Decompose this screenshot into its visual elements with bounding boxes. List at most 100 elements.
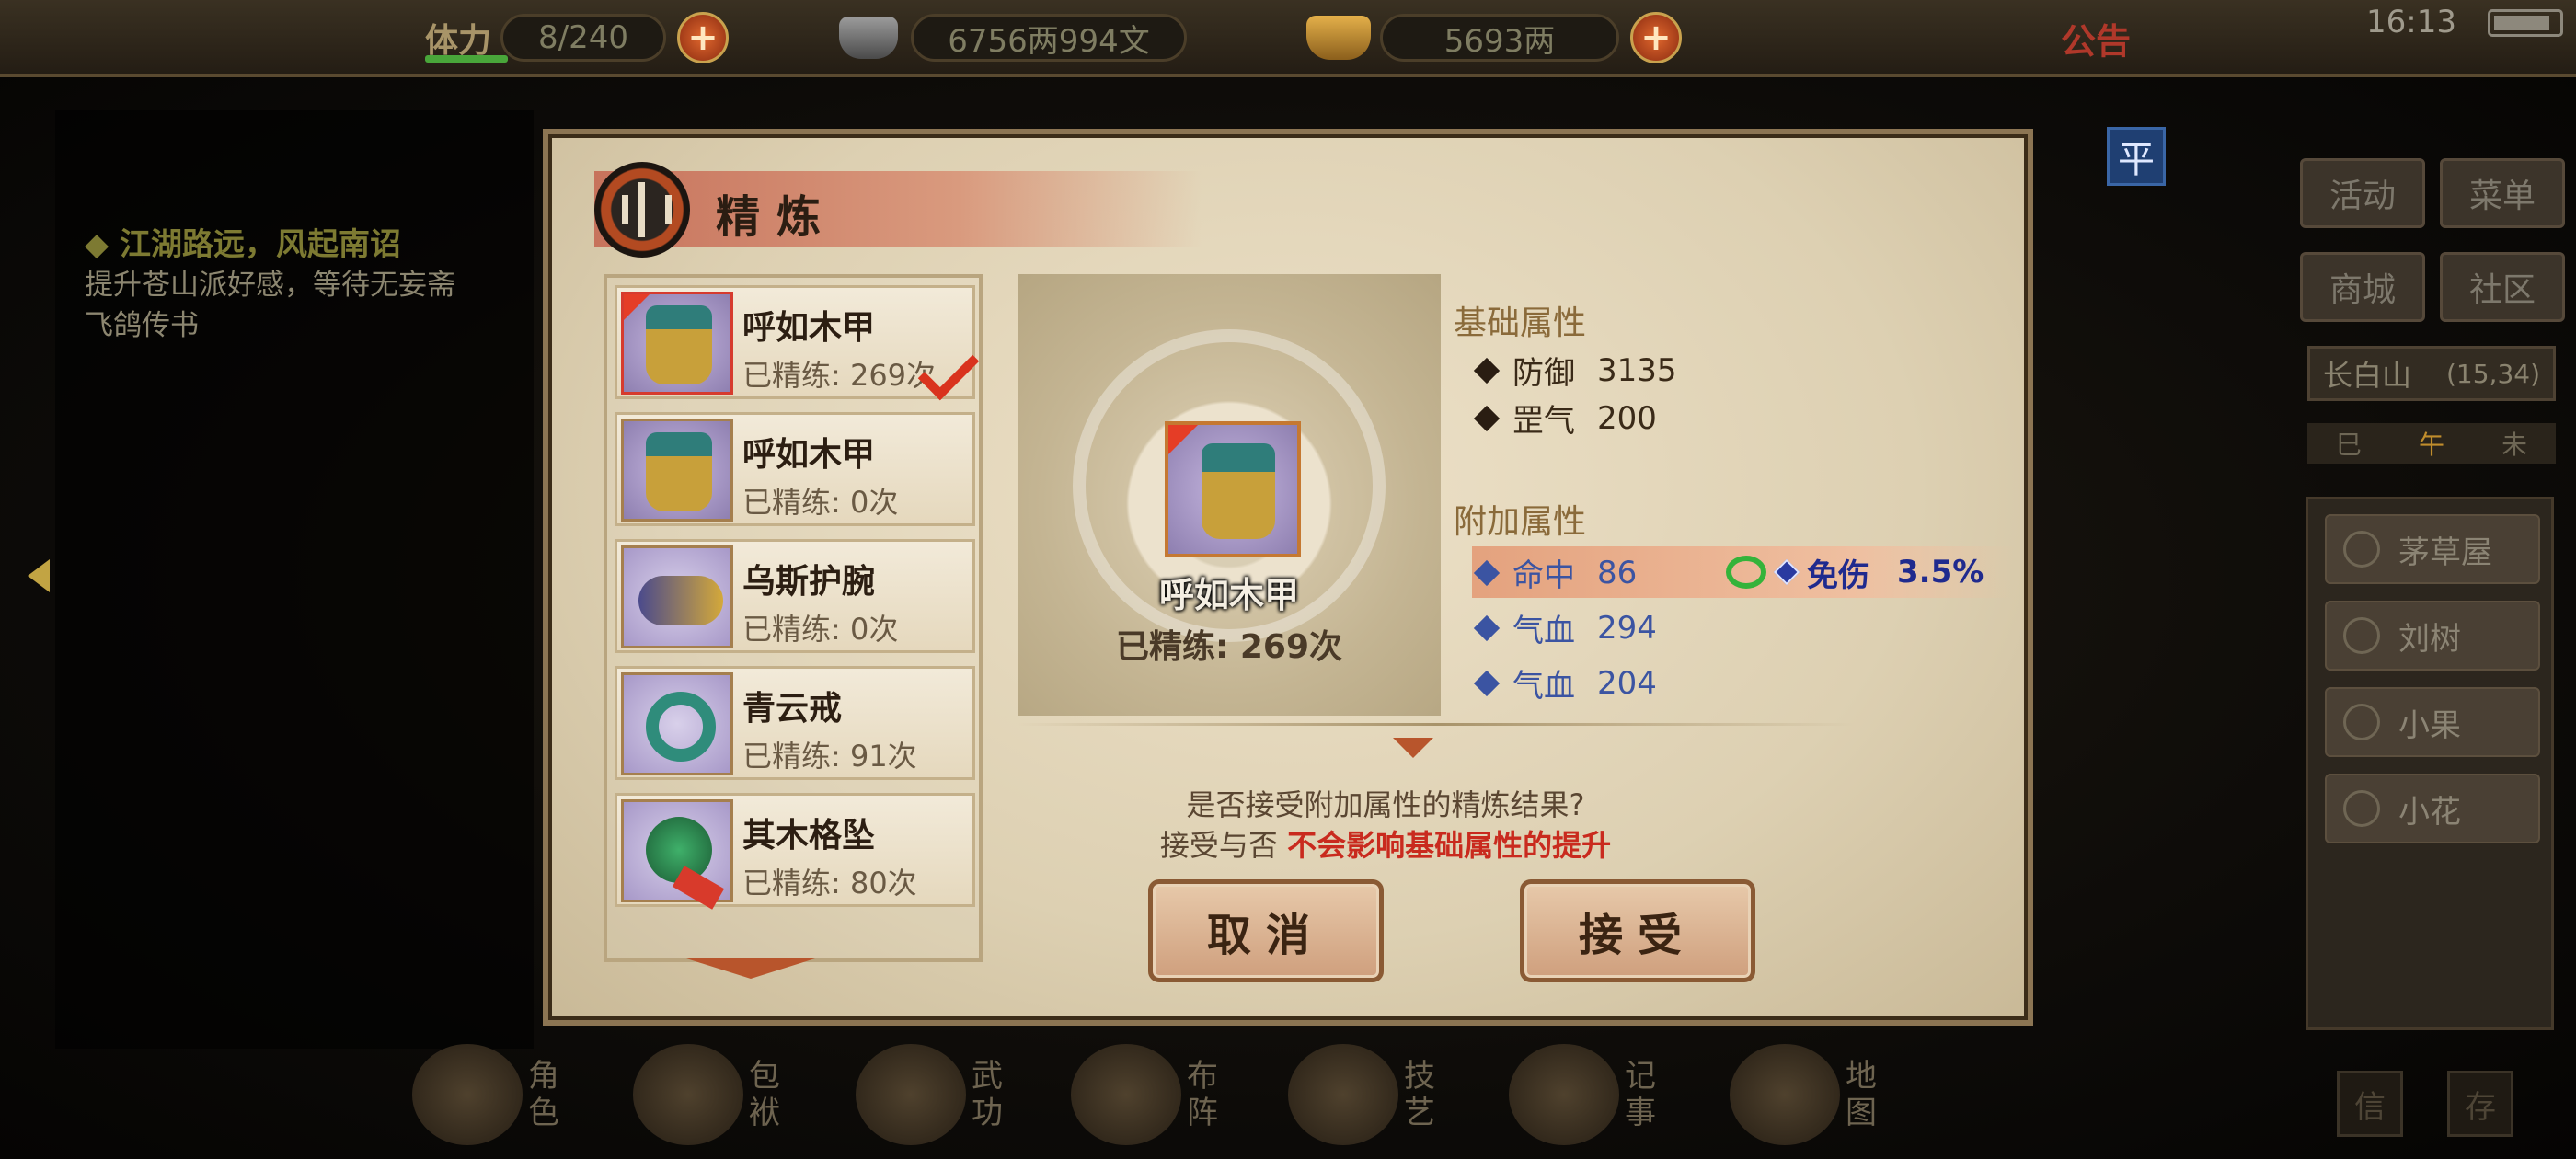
base-attribute-row: 防御 3135 [1473,348,1677,393]
nav-bag[interactable]: 包袱 [633,1030,817,1159]
quest-title[interactable]: ◆ 江湖路远，风起南诏 [85,219,401,264]
map-icon [1730,1044,1840,1145]
gold-value: 5693两 [1380,14,1619,62]
silver-value: 6756两994文 [911,14,1187,62]
armor-icon [646,432,712,511]
npc-item[interactable]: 刘树 [2325,601,2540,671]
scroll-down-arrow-icon[interactable] [686,958,815,979]
equipment-item[interactable]: 青云戒 已精练: 91次 [615,666,975,780]
battery-icon [2488,9,2563,37]
clock: 16:13 [2366,4,2456,40]
equipment-preview: 呼如木甲 已精练: 269次 [1018,274,1441,716]
equipment-item-selected[interactable]: 呼如木甲 已精练: 269次 [615,285,980,401]
nav-martial-arts[interactable]: 武功 [856,1030,1040,1159]
preview-thumb [1165,421,1301,557]
attr-name: 命中 [1512,557,1575,594]
attr-name: 气血 [1512,668,1575,705]
location-display[interactable]: 长白山 (15,34) [2307,346,2556,401]
refine-dialog: 精炼 呼如木甲 已精练: 269次 呼如木甲 已精练: 0次 乌斯护腕 已精练:… [543,129,2033,1026]
extra-attribute-row: 气血 294 [1473,605,1657,650]
npc-item[interactable]: 小果 [2325,687,2540,757]
bagua-icon [1071,1044,1181,1145]
equipment-refine-count: 已精练: 91次 [742,739,917,774]
silver-resource: 6756两994文 [839,11,1187,64]
note-prefix: 接受与否 [1159,828,1278,863]
activity-button[interactable]: 活动 [2300,158,2425,228]
silver-ingot-icon [839,17,898,59]
bag-icon [633,1044,743,1145]
mail-button[interactable]: 信 [2337,1071,2403,1137]
diamond-icon [1473,559,1501,586]
menu-button[interactable]: 菜单 [2440,158,2565,228]
base-attributes-title: 基础属性 [1454,304,1587,342]
diamond-icon [1473,357,1501,384]
save-button[interactable]: 存 [2447,1071,2513,1137]
equipment-name: 乌斯护腕 [742,563,876,601]
equipment-item[interactable]: 呼如木甲 已精练: 0次 [615,412,975,526]
time-slot-current: 午 [2418,430,2444,460]
equipment-name: 呼如木甲 [742,309,876,347]
down-arrow-icon [1393,738,1433,758]
npc-name: 茅草屋 [2398,534,2492,571]
nav-character[interactable]: 角色 [412,1030,596,1159]
equipment-thumb [621,545,733,648]
time-of-day-bar: 巳 午 未 [2307,423,2556,464]
attr-value: 294 [1597,609,1657,647]
stamina-bar [425,55,508,63]
nav-label: 记事 [1625,1058,1656,1131]
nav-skills[interactable]: 技艺 [1288,1030,1472,1159]
npc-item[interactable]: 小花 [2325,774,2540,843]
top-resource-bar: 体力 8/240 + 6756两994文 5693两 + 公告 16:13 [0,0,2576,77]
note-highlight: 不会影响基础属性的提升 [1287,828,1612,863]
shop-button[interactable]: 商城 [2300,252,2425,322]
equipment-thumb [621,292,733,395]
collapse-arrow-icon[interactable] [28,559,50,592]
equipment-refine-count: 已精练: 80次 [742,866,917,901]
bracer-icon [638,576,723,625]
star-badge-icon [624,294,650,320]
diamond-icon [1473,614,1501,641]
attr-value: 204 [1597,664,1657,702]
equipment-item[interactable]: 乌斯护腕 已精练: 0次 [615,539,975,653]
refine-emblem-icon [594,162,690,258]
attr-name: 气血 [1512,613,1575,649]
diamond-icon [1473,670,1501,696]
npc-item[interactable]: 茅草屋 [2325,514,2540,584]
attr-name: 罡气 [1512,403,1575,440]
quest-description[interactable]: 提升苍山派好感，等待无妄斋飞鸽传书 [85,265,471,346]
armor-icon [1202,443,1275,539]
flat-status-badge[interactable]: 平 [2107,127,2166,186]
equipment-refine-count: 已精练: 0次 [742,485,899,520]
community-button[interactable]: 社区 [2440,252,2565,322]
extra-attributes-title: 附加属性 [1454,503,1587,541]
books-icon [856,1044,966,1145]
nav-formation[interactable]: 布阵 [1071,1030,1255,1159]
cancel-button[interactable]: 取消 [1148,879,1384,982]
nav-journal[interactable]: 记事 [1509,1030,1693,1159]
armor-icon [646,305,712,384]
confirm-note: 接受与否 不会影响基础属性的提升 [548,822,2039,865]
add-gold-button[interactable]: + [1630,12,1682,63]
diamond-icon [1773,558,1800,586]
nav-label: 包袱 [749,1058,780,1131]
scroll-icon [1509,1044,1619,1145]
bonus-value: 3.5% [1897,554,1984,591]
house-icon [2343,531,2380,568]
notice-button[interactable]: 公告 [2061,13,2131,63]
gold-resource: 5693两 + [1306,11,1682,64]
time-slot: 未 [2501,430,2527,460]
preview-name: 呼如木甲 [1158,575,1299,615]
location-coord: (15,34) [2445,358,2540,389]
accept-button[interactable]: 接受 [1520,879,1755,982]
character-icon [412,1044,523,1145]
add-stamina-button[interactable]: + [677,12,730,63]
equipment-thumb [621,672,733,775]
star-badge-icon [1168,425,1198,454]
person-icon [2343,790,2380,827]
nav-label: 技艺 [1404,1058,1435,1131]
equipment-thumb [621,419,733,522]
nav-map[interactable]: 地图 [1730,1030,1914,1159]
attr-value: 200 [1597,399,1657,437]
npc-list: 茅草屋 刘树 小果 小花 [2306,497,2554,1030]
divider [1018,723,1855,726]
